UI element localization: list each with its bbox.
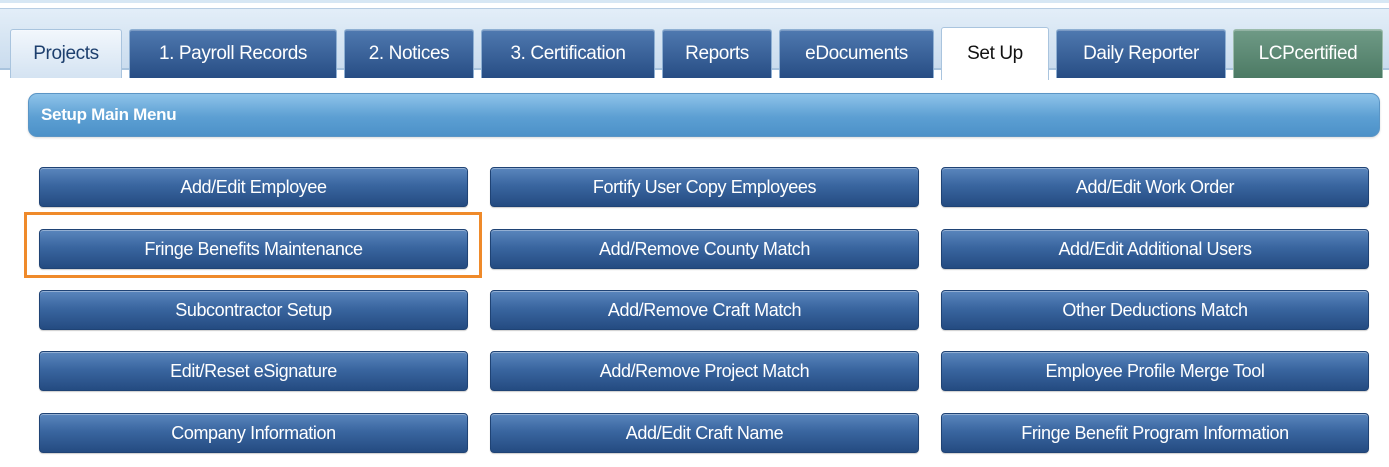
tab-daily-reporter[interactable]: Daily Reporter (1056, 29, 1226, 78)
tab-lcpcertified[interactable]: LCPcertified (1233, 29, 1383, 78)
setup-main-menu-header: Setup Main Menu (28, 93, 1380, 137)
tab-projects[interactable]: Projects (10, 29, 122, 78)
add-edit-additional-users-button[interactable]: Add/Edit Additional Users (941, 229, 1369, 269)
employee-profile-merge-tool-button[interactable]: Employee Profile Merge Tool (941, 351, 1369, 391)
add-edit-work-order-button[interactable]: Add/Edit Work Order (941, 167, 1369, 207)
panel-title: Setup Main Menu (41, 105, 177, 124)
add-remove-project-match-button[interactable]: Add/Remove Project Match (490, 351, 919, 391)
fringe-benefit-program-information-button[interactable]: Fringe Benefit Program Information (941, 413, 1369, 453)
company-information-button[interactable]: Company Information (39, 413, 468, 453)
tab-reports[interactable]: Reports (662, 29, 772, 78)
main-tab-bar: Projects 1. Payroll Records 2. Notices 3… (0, 8, 1389, 80)
tab-set-up[interactable]: Set Up (941, 27, 1049, 80)
tab-edocuments[interactable]: eDocuments (779, 29, 934, 78)
subcontractor-setup-button[interactable]: Subcontractor Setup (39, 290, 468, 330)
add-remove-county-match-button[interactable]: Add/Remove County Match (490, 229, 919, 269)
top-divider (0, 0, 1389, 3)
add-edit-employee-button[interactable]: Add/Edit Employee (39, 167, 468, 207)
tab-payroll-records[interactable]: 1. Payroll Records (129, 29, 337, 78)
add-remove-craft-match-button[interactable]: Add/Remove Craft Match (490, 290, 919, 330)
tab-certification[interactable]: 3. Certification (481, 29, 655, 78)
fortify-user-copy-employees-button[interactable]: Fortify User Copy Employees (490, 167, 919, 207)
tab-notices[interactable]: 2. Notices (344, 29, 474, 78)
fringe-benefits-maintenance-button[interactable]: Fringe Benefits Maintenance (39, 229, 468, 269)
other-deductions-match-button[interactable]: Other Deductions Match (941, 290, 1369, 330)
add-edit-craft-name-button[interactable]: Add/Edit Craft Name (490, 413, 919, 453)
edit-reset-esignature-button[interactable]: Edit/Reset eSignature (39, 351, 468, 391)
